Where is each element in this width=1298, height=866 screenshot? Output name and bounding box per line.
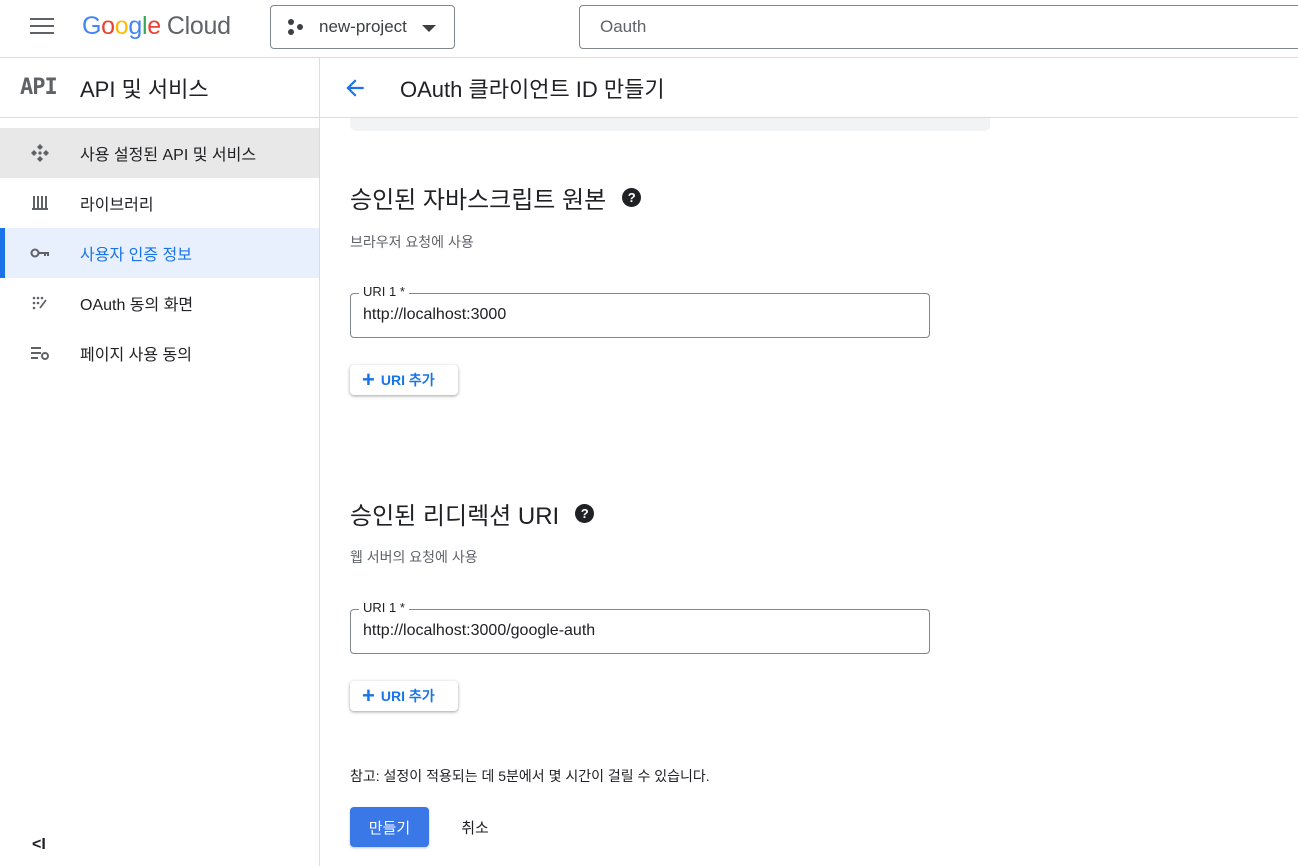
- search-input[interactable]: [579, 5, 1298, 49]
- logo-letter: g: [128, 12, 142, 40]
- top-bar: Google Cloud new-project: [0, 0, 1298, 58]
- settings-list-icon: [30, 343, 50, 363]
- sidebar-item-label: 사용 설정된 API 및 서비스: [80, 147, 257, 164]
- add-redirect-uri-button[interactable]: + URI 추가: [350, 681, 458, 711]
- sidebar-header: API API 및 서비스: [0, 58, 319, 118]
- page-header: OAuth 클라이언트 ID 만들기: [320, 58, 1298, 118]
- sidebar-item-credentials[interactable]: 사용자 인증 정보: [0, 228, 319, 278]
- sidebar: API API 및 서비스 사용 설정된 API 및 서비스 라이브러리 사용자…: [0, 58, 320, 866]
- project-name: new-project: [319, 17, 407, 36]
- sidebar-item-label: 페이지 사용 동의: [80, 347, 192, 364]
- diamond-dots-icon: [30, 143, 50, 163]
- js-origins-section-title: 승인된 자바스크립트 원본 ?: [350, 180, 642, 215]
- section-title-text: 승인된 자바스크립트 원본: [350, 187, 607, 214]
- key-icon: [30, 243, 50, 263]
- sidebar-nav: 사용 설정된 API 및 서비스 라이브러리 사용자 인증 정보 OAuth 동…: [0, 128, 319, 378]
- consent-dots-icon: [30, 293, 50, 313]
- cancel-button[interactable]: 취소: [448, 807, 502, 847]
- sidebar-item-enabled-apis[interactable]: 사용 설정된 API 및 서비스: [0, 128, 319, 178]
- sidebar-item-label: 라이브러리: [80, 197, 154, 214]
- api-logo-icon: API: [20, 75, 58, 100]
- previous-section-strip: [350, 118, 990, 131]
- logo-letter: o: [101, 12, 115, 40]
- caret-down-icon: [422, 25, 436, 32]
- sidebar-item-label: OAuth 동의 화면: [80, 297, 194, 314]
- section-title-text: 승인된 리디렉션 URI: [350, 503, 560, 530]
- create-button[interactable]: 만들기: [350, 807, 429, 847]
- field-label: URI 1 *: [359, 600, 409, 615]
- back-arrow-icon[interactable]: [342, 75, 368, 101]
- field-label: URI 1 *: [359, 284, 409, 299]
- redirect-uri-field[interactable]: URI 1 *: [350, 600, 930, 654]
- js-origins-subtitle: 브라우저 요청에 사용: [350, 234, 474, 250]
- sidebar-item-page-consent[interactable]: 페이지 사용 동의: [0, 328, 319, 378]
- plus-icon: +: [362, 367, 375, 392]
- settings-note: 참고: 설정이 적용되는 데 5분에서 몇 시간이 걸릴 수 있습니다.: [350, 768, 710, 784]
- main-menu-icon[interactable]: [30, 18, 54, 38]
- library-icon: [30, 193, 50, 213]
- sidebar-title: API 및 서비스: [80, 76, 209, 102]
- help-icon[interactable]: ?: [622, 188, 642, 207]
- sidebar-item-library[interactable]: 라이브러리: [0, 178, 319, 228]
- add-uri-label: URI 추가: [380, 372, 435, 388]
- project-icon: [287, 18, 305, 36]
- collapse-sidebar-button[interactable]: <I: [32, 836, 46, 854]
- add-js-origin-uri-button[interactable]: + URI 추가: [350, 365, 458, 395]
- redirect-uris-subtitle: 웹 서버의 요청에 사용: [350, 549, 478, 565]
- logo-letter: G: [82, 12, 102, 40]
- js-origin-uri-field[interactable]: URI 1 *: [350, 284, 930, 338]
- redirect-uris-section-title: 승인된 리디렉션 URI ?: [350, 496, 595, 531]
- add-uri-label: URI 추가: [380, 688, 435, 704]
- logo-letter: o: [114, 12, 129, 40]
- logo-letter: e: [147, 12, 161, 40]
- google-cloud-logo[interactable]: Google Cloud: [82, 12, 231, 41]
- page-title: OAuth 클라이언트 ID 만들기: [400, 76, 665, 102]
- sidebar-item-oauth-consent[interactable]: OAuth 동의 화면: [0, 278, 319, 328]
- project-picker[interactable]: new-project: [270, 5, 455, 49]
- logo-cloud-text: Cloud: [166, 12, 231, 40]
- plus-icon: +: [362, 683, 375, 708]
- redirect-uri-input[interactable]: [363, 622, 913, 640]
- js-origin-uri-input[interactable]: [363, 306, 913, 324]
- sidebar-item-label: 사용자 인증 정보: [80, 247, 192, 264]
- help-icon[interactable]: ?: [575, 504, 595, 523]
